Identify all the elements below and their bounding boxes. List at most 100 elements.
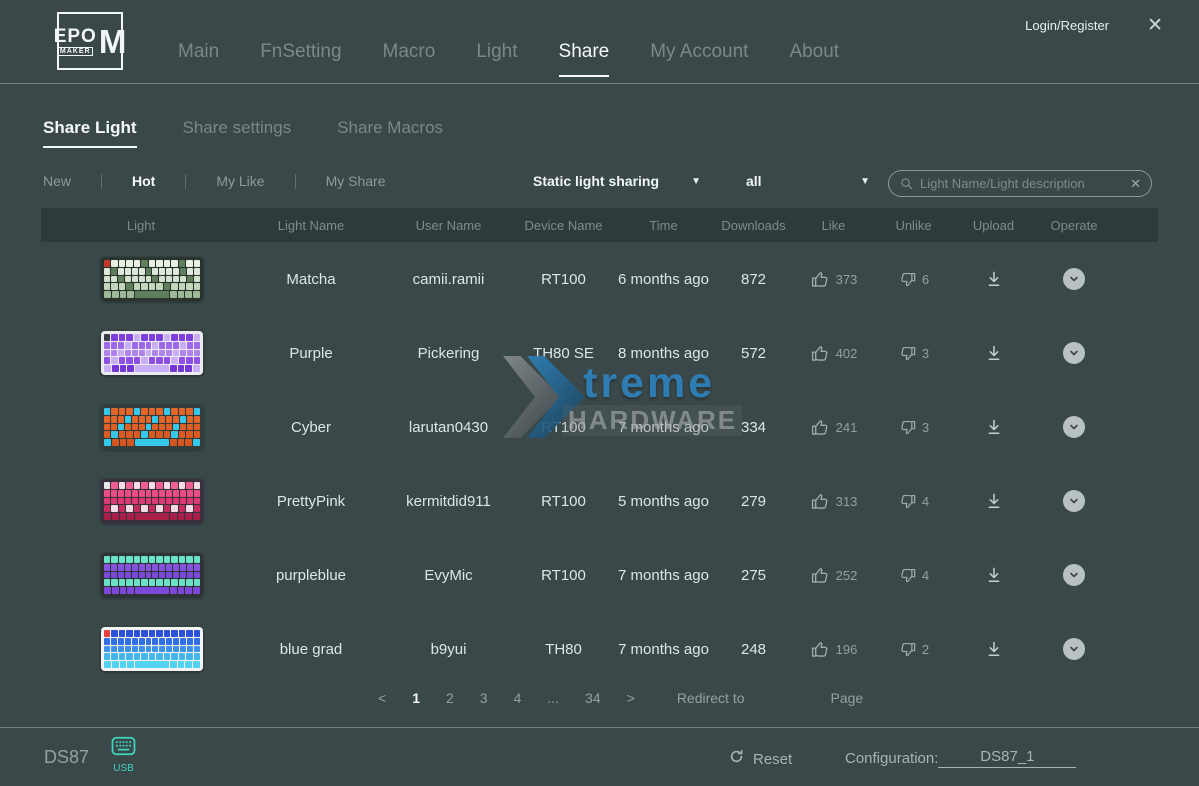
nav-tab-share[interactable]: Share bbox=[559, 41, 610, 83]
thumbnail-key bbox=[119, 579, 125, 586]
thumbnail-key bbox=[134, 482, 140, 489]
page-number-34[interactable]: 34 bbox=[585, 690, 601, 706]
operate-expand-button[interactable] bbox=[1063, 490, 1085, 512]
nav-tab-light[interactable]: Light bbox=[476, 41, 517, 83]
thumbnail-key bbox=[126, 260, 132, 267]
light-thumbnail[interactable] bbox=[101, 627, 203, 671]
thumbnail-key bbox=[194, 424, 200, 431]
light-thumbnail[interactable] bbox=[101, 479, 203, 523]
download-icon[interactable] bbox=[984, 639, 1004, 659]
thumbnail-key bbox=[146, 490, 152, 497]
page-number-2[interactable]: 2 bbox=[446, 690, 454, 706]
thumbs-up-icon[interactable] bbox=[810, 343, 831, 364]
thumbnail-key bbox=[173, 350, 179, 357]
clear-search-icon[interactable]: ✕ bbox=[1130, 177, 1141, 190]
thumbs-up-icon[interactable] bbox=[810, 565, 831, 586]
thumbs-down-icon[interactable] bbox=[898, 270, 917, 289]
download-icon[interactable] bbox=[984, 417, 1004, 437]
subtab-share-light[interactable]: Share Light bbox=[43, 118, 137, 148]
column-header-device-name: Device Name bbox=[516, 218, 611, 233]
filter-my-like[interactable]: My Like bbox=[216, 173, 264, 189]
thumbnail-key bbox=[156, 579, 162, 586]
thumbnail-key bbox=[194, 334, 200, 341]
download-icon[interactable] bbox=[984, 269, 1004, 289]
configuration-value[interactable]: DS87_1 bbox=[938, 748, 1076, 768]
page-number-3[interactable]: 3 bbox=[480, 690, 488, 706]
thumbnail-key bbox=[104, 490, 110, 497]
thumbs-up-icon[interactable] bbox=[810, 639, 831, 660]
nav-tab-fnsetting[interactable]: FnSetting bbox=[260, 41, 341, 83]
thumbnail-key bbox=[178, 587, 185, 594]
subtab-share-settings[interactable]: Share settings bbox=[183, 118, 292, 148]
thumbnail-key bbox=[149, 630, 155, 637]
device-filter-dropdown[interactable]: all ▼ bbox=[746, 173, 870, 189]
nav-tab-main[interactable]: Main bbox=[178, 41, 219, 83]
redirect-page-input[interactable] bbox=[771, 690, 805, 706]
operate-expand-button[interactable] bbox=[1063, 564, 1085, 586]
prev-page-button[interactable]: < bbox=[378, 690, 386, 706]
nav-tab-about[interactable]: About bbox=[789, 41, 839, 83]
nav-tab-macro[interactable]: Macro bbox=[383, 41, 436, 83]
close-icon[interactable]: ✕ bbox=[1147, 14, 1163, 37]
thumbnail-key bbox=[166, 268, 172, 275]
user-name: b9yui bbox=[381, 641, 516, 658]
thumbnail-key bbox=[126, 408, 132, 415]
thumbnail-key bbox=[152, 424, 158, 431]
thumbs-down-icon[interactable] bbox=[898, 492, 917, 511]
filter-hot[interactable]: Hot bbox=[132, 173, 155, 189]
light-thumbnail[interactable] bbox=[101, 553, 203, 597]
thumbnail-key bbox=[141, 482, 147, 489]
thumbs-up-icon[interactable] bbox=[810, 269, 831, 290]
operate-expand-button[interactable] bbox=[1063, 416, 1085, 438]
usb-connection-indicator[interactable]: USB bbox=[110, 735, 137, 774]
thumbnail-key bbox=[146, 498, 152, 505]
filter-my-share[interactable]: My Share bbox=[326, 173, 386, 189]
thumbnail-key bbox=[187, 342, 193, 349]
thumbnail-key bbox=[104, 424, 110, 431]
thumbnail-key bbox=[118, 646, 124, 653]
thumbnail-key bbox=[170, 439, 177, 446]
search-input[interactable] bbox=[920, 176, 1124, 191]
thumbnail-key bbox=[104, 505, 110, 512]
thumbnail-key bbox=[119, 357, 125, 364]
thumbnail-key bbox=[193, 439, 200, 446]
download-icon[interactable] bbox=[984, 565, 1004, 585]
thumbnail-key bbox=[171, 334, 177, 341]
light-thumbnail[interactable] bbox=[101, 405, 203, 449]
thumbnail-key bbox=[104, 268, 110, 275]
filter-divider bbox=[101, 174, 102, 189]
thumbs-up-icon[interactable] bbox=[810, 417, 831, 438]
thumbs-down-icon[interactable] bbox=[898, 344, 917, 363]
page-number-1[interactable]: 1 bbox=[412, 690, 420, 706]
thumbs-down-icon[interactable] bbox=[898, 418, 917, 437]
thumbnail-key bbox=[194, 342, 200, 349]
thumbnail-key bbox=[111, 268, 117, 275]
reset-button[interactable]: Reset bbox=[728, 748, 792, 770]
thumbnail-key bbox=[126, 357, 132, 364]
user-name: larutan0430 bbox=[381, 419, 516, 436]
download-icon[interactable] bbox=[984, 343, 1004, 363]
thumbnail-key bbox=[141, 653, 147, 660]
thumbnail-key bbox=[180, 564, 186, 571]
subtab-share-macros[interactable]: Share Macros bbox=[337, 118, 443, 148]
page-number-4[interactable]: 4 bbox=[514, 690, 522, 706]
download-icon[interactable] bbox=[984, 491, 1004, 511]
light-thumbnail[interactable] bbox=[101, 257, 203, 301]
status-bar: DS87 USB Reset Configuration: DS87_1 bbox=[0, 727, 1199, 786]
next-page-button[interactable]: > bbox=[627, 690, 635, 706]
operate-expand-button[interactable] bbox=[1063, 268, 1085, 290]
thumbs-down-icon[interactable] bbox=[898, 566, 917, 585]
login-register-link[interactable]: Login/Register bbox=[1025, 18, 1109, 33]
filter-new[interactable]: New bbox=[43, 173, 71, 189]
thumbnail-key bbox=[186, 579, 192, 586]
light-type-dropdown[interactable]: Static light sharing ▼ bbox=[533, 173, 701, 189]
thumbnail-key bbox=[119, 431, 125, 438]
operate-expand-button[interactable] bbox=[1063, 638, 1085, 660]
thumbnail-key bbox=[171, 630, 177, 637]
nav-tab-my-account[interactable]: My Account bbox=[650, 41, 748, 83]
thumbs-down-icon[interactable] bbox=[898, 640, 917, 659]
thumbs-up-icon[interactable] bbox=[810, 491, 831, 512]
operate-expand-button[interactable] bbox=[1063, 342, 1085, 364]
thumbnail-key bbox=[141, 505, 147, 512]
light-thumbnail[interactable] bbox=[101, 331, 203, 375]
